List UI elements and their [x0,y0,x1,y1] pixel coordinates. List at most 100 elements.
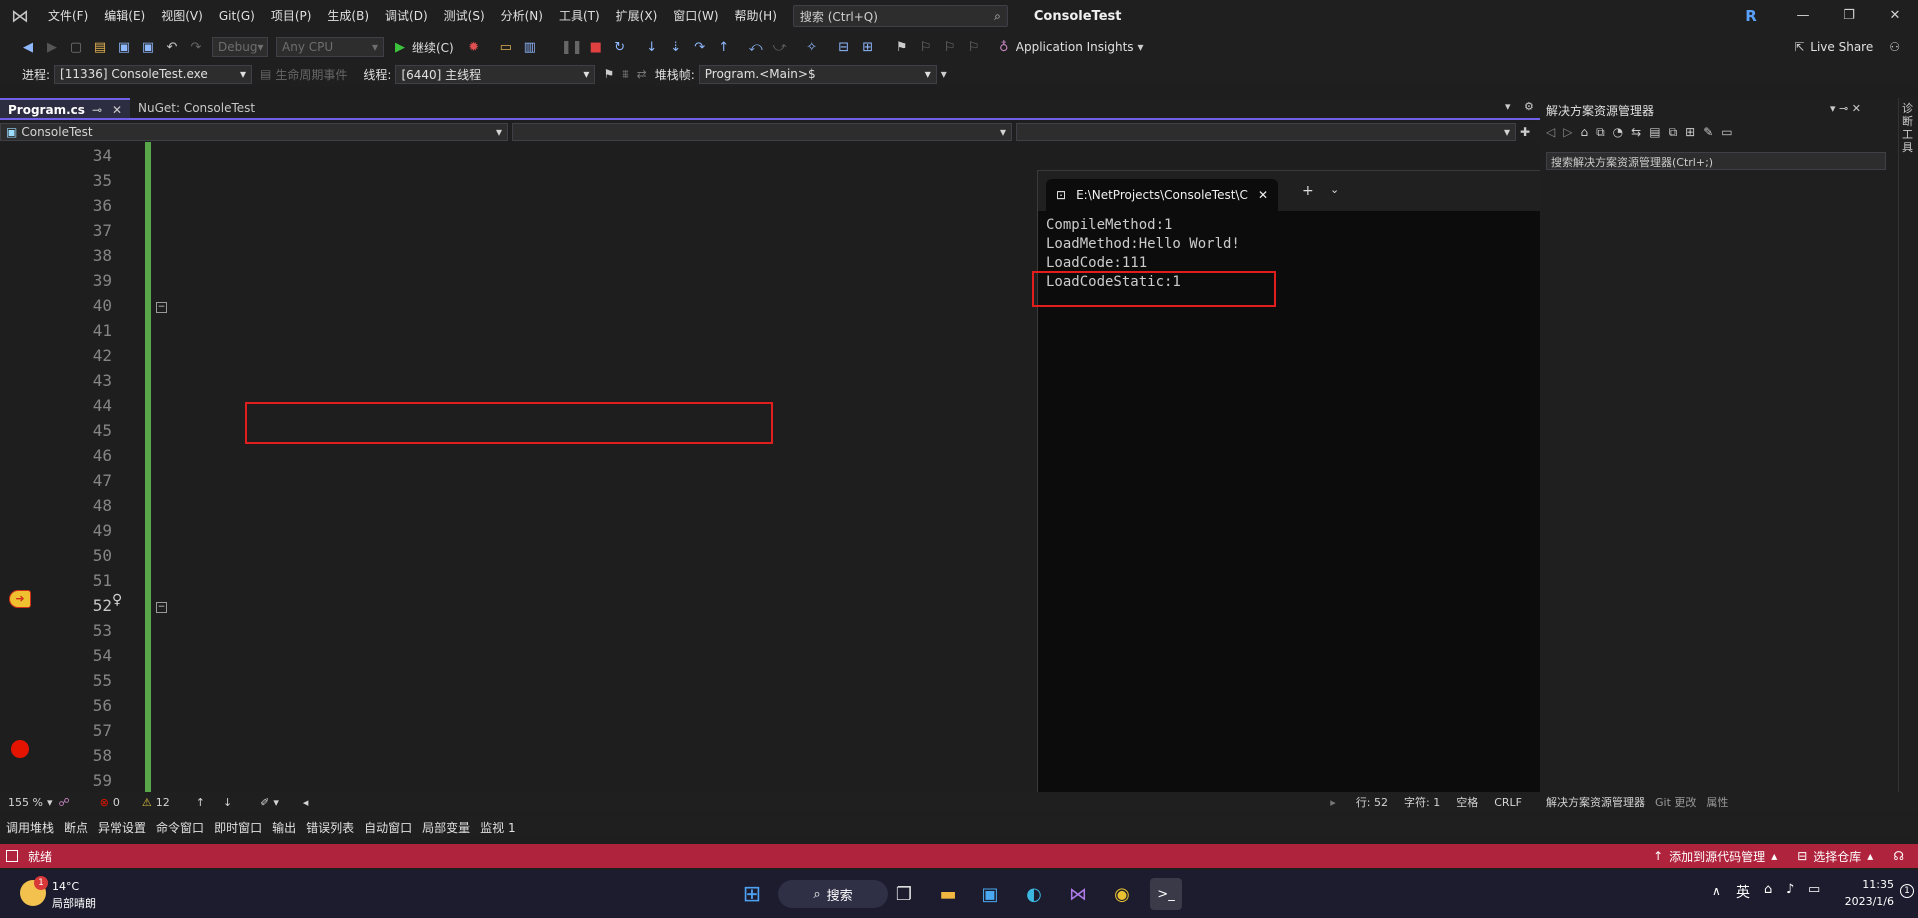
visual-studio-logo-icon[interactable]: ⋈ [0,0,40,32]
chevron-up-icon[interactable]: ▴ [1867,849,1873,863]
tab-immediate-window[interactable]: 即时窗口 [214,819,262,836]
diagnostic-tools-strip[interactable]: 诊断工具 [1898,98,1918,798]
tab-locals[interactable]: 局部变量 [422,819,470,836]
terminal-tab[interactable]: ⊡ E:\NetProjects\ConsoleTest\C ✕ [1046,179,1278,211]
notifications-icon[interactable]: ☊ [1893,849,1904,863]
wrench-icon[interactable]: ✎ [1703,125,1713,139]
chevron-down-icon[interactable]: ▾ [1138,40,1144,54]
close-icon[interactable]: ✕ [112,100,122,120]
save-all-icon[interactable]: ▣ [138,37,158,57]
task-view-icon[interactable]: ❐ [888,878,920,910]
line-ending[interactable]: CRLF [1494,796,1522,809]
type-dropdown[interactable]: ▾ [512,123,1012,141]
copy-icon[interactable]: ⧉ [1669,125,1678,140]
chevron-down-icon[interactable]: ▾ [273,796,279,809]
menu-window[interactable]: 窗口(W) [665,0,726,32]
tab-properties[interactable]: 属性 [1706,794,1728,810]
tab-command-window[interactable]: 命令窗口 [156,819,204,836]
brush-icon[interactable]: ✐ [260,796,269,809]
menu-edit[interactable]: 编辑(E) [96,0,153,32]
breakpoint-icon[interactable] [11,740,29,758]
ime-indicator[interactable]: 英 [1736,882,1750,902]
weather-desc[interactable]: 局部晴朗 [52,895,96,911]
live-share-button[interactable]: Live Share [1810,40,1873,54]
account-avatar[interactable]: R [1742,7,1760,25]
source-control-up-icon[interactable]: ↑ [1653,849,1663,863]
redo-icon[interactable]: ↷ [186,37,206,57]
visual-studio-icon[interactable]: ⋈ [1062,878,1094,910]
store-icon[interactable]: ▣ [974,878,1006,910]
uncomment-icon[interactable]: ⊞ [858,37,878,57]
back-icon[interactable]: ◁ [1546,125,1555,139]
filter-icon[interactable]: ⩩ [622,67,628,82]
repository-icon[interactable]: ⊟ [1797,849,1807,863]
menu-build[interactable]: 生成(B) [319,0,377,32]
platform-dropdown[interactable]: Any CPU ▾ [276,37,384,57]
battery-icon[interactable]: ▭ [1808,882,1820,897]
menu-analyze[interactable]: 分析(N) [493,0,551,32]
taskbar-search-button[interactable]: ⌕ 搜索 [778,880,888,908]
start-windows-icon[interactable]: ⊞ [736,878,768,910]
network-icon[interactable]: ⌂ [1764,882,1772,897]
notification-badge[interactable]: 1 [1900,884,1914,898]
lightbulb-icon[interactable]: ♁ [994,37,1014,57]
down-arrow-icon[interactable]: ↓ [223,796,232,809]
bookmark-next-icon[interactable]: ⚐ [940,37,960,57]
close-button[interactable]: ✕ [1872,0,1918,32]
project-dropdown[interactable]: ▣ ConsoleTest ▾ [0,123,508,141]
tab-watch-1[interactable]: 监视 1 [480,819,515,836]
application-insights-button[interactable]: Application Insights [1016,40,1134,54]
collapse-icon[interactable]: − [156,602,167,613]
tab-program-cs[interactable]: Program.cs ⊸ ✕ [0,98,130,118]
new-item-icon[interactable]: ▢ [66,37,86,57]
add-to-source-control[interactable]: 添加到源代码管理 [1669,848,1765,865]
sync-icon[interactable]: ⇆ [1631,125,1641,139]
scroll-left-icon[interactable]: ◂ [303,796,309,809]
terminal-icon[interactable]: >_ [1150,878,1182,910]
menu-help[interactable]: 帮助(H) [727,0,785,32]
member-dropdown[interactable]: ▾ [1016,123,1516,141]
step-back-icon[interactable]: ↑ [714,37,734,57]
menu-git[interactable]: Git(G) [211,0,263,32]
settings-gear-icon[interactable]: ⚙ [1524,100,1534,113]
bookmark-prev-icon[interactable]: ⚐ [916,37,936,57]
menu-file[interactable]: 文件(F) [40,0,96,32]
flag-icon[interactable]: ⚑ [603,67,614,81]
zoom-level[interactable]: 155 % [8,796,43,809]
close-icon[interactable]: ✕ [1258,188,1268,202]
whitespace-mode[interactable]: 空格 [1456,794,1478,810]
tab-output[interactable]: 输出 [272,819,296,836]
warning-icon[interactable]: ⚠ [142,796,152,809]
lightbulb-icon[interactable]: ♀ [112,592,122,608]
chrome-icon[interactable]: ◉ [1106,878,1138,910]
back-icon[interactable]: ◀ [18,37,38,57]
volume-icon[interactable]: ♪ [1786,882,1794,897]
menu-view[interactable]: 视图(V) [153,0,211,32]
copilot-icon[interactable]: ☍ [58,796,69,809]
clock-time[interactable]: 11:35 [1838,878,1894,891]
save-icon[interactable]: ▣ [114,37,134,57]
open-icon[interactable]: ▤ [90,37,110,57]
clock-date[interactable]: 2023/1/6 [1838,895,1894,908]
warning-count[interactable]: 12 [156,796,170,809]
layout-icon[interactable]: ▥ [520,37,540,57]
history-icon[interactable]: ◔ [1613,125,1623,139]
cursor-line[interactable]: 行: 52 [1356,794,1388,810]
undo-icon[interactable]: ↶ [162,37,182,57]
menu-tools[interactable]: 工具(T) [551,0,608,32]
menu-extensions[interactable]: 扩展(X) [608,0,666,32]
tab-list-chevron-icon[interactable]: ▾ [1505,100,1511,113]
tab-error-list[interactable]: 错误列表 [306,819,354,836]
home-icon[interactable]: ⌂ [1580,125,1588,139]
new-tab-plus-icon[interactable]: + [1302,183,1314,199]
menu-debug[interactable]: 调试(D) [377,0,436,32]
toolbar-overflow-icon[interactable]: ▾ [941,67,947,81]
restart-icon[interactable]: ↻ [610,37,630,57]
step-over-icon[interactable]: ↓ [642,37,662,57]
continue-button[interactable]: 继续(C) [412,39,454,56]
split-add-icon[interactable]: ✚ [1520,125,1530,139]
maximize-button[interactable]: ❐ [1826,0,1872,32]
bookmark-clear-icon[interactable]: ⚐ [964,37,984,57]
switch-view-icon[interactable]: ⧉ [1596,125,1605,140]
configuration-dropdown[interactable]: Debug ▾ [212,37,268,57]
